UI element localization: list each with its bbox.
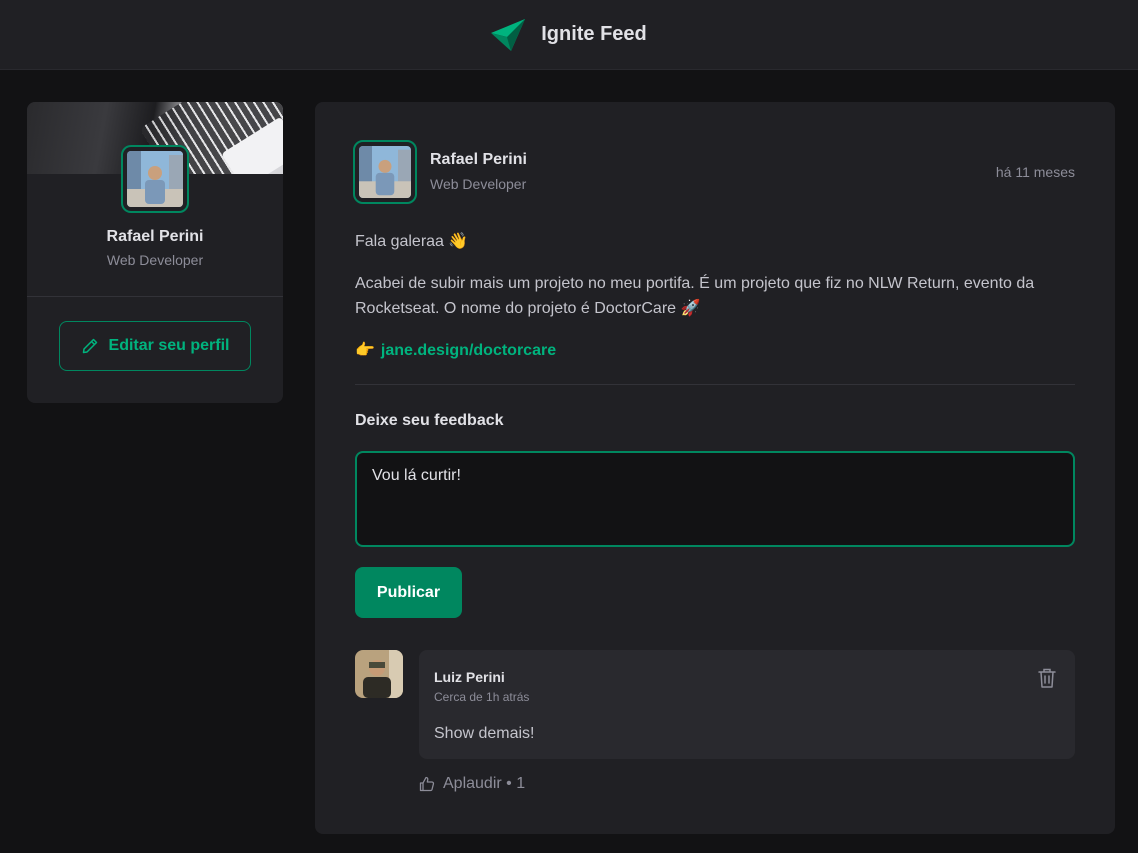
- applaud-button[interactable]: Aplaudir • 1: [419, 775, 525, 793]
- comment-text: Show demais!: [434, 725, 535, 742]
- comment-timestamp: Cerca de 1h atrás: [434, 690, 530, 704]
- top-bar: Ignite Feed: [0, 0, 1138, 70]
- feedback-title: Deixe seu feedback: [355, 412, 504, 429]
- pencil-icon: [82, 338, 97, 354]
- feedback-textarea[interactable]: [355, 451, 1075, 547]
- applaud-label: Aplaudir • 1: [443, 775, 526, 792]
- profile-sidebar: Rafael Perini Web Developer Editar seu p…: [27, 102, 283, 403]
- author-avatar[interactable]: [353, 140, 417, 204]
- pointing-hand-icon: 👉: [355, 342, 375, 359]
- post-card: Rafael Perini Web Developer há 11 meses …: [315, 102, 1115, 834]
- post-timestamp: há 11 meses: [995, 164, 1075, 180]
- post-author-name: Rafael Perini: [430, 151, 527, 168]
- comment-avatar[interactable]: [355, 650, 403, 698]
- app-title: Ignite Feed: [541, 23, 647, 45]
- post-body: Acabei de subir mais um projeto no meu p…: [355, 275, 1035, 317]
- delete-comment-button[interactable]: [1037, 667, 1057, 692]
- avatar[interactable]: [121, 145, 189, 213]
- trash-icon: [1038, 668, 1056, 688]
- divider: [27, 296, 283, 297]
- paper-plane-icon: [491, 18, 526, 51]
- edit-profile-button[interactable]: Editar seu perfil: [59, 321, 251, 371]
- edit-profile-label: Editar seu perfil: [108, 337, 230, 354]
- publish-button[interactable]: Publicar: [355, 567, 462, 618]
- profile-name: Rafael Perini: [106, 228, 204, 245]
- comment: Luiz Perini Cerca de 1h atrás Show demai…: [419, 650, 1075, 759]
- comment-author: Luiz Perini: [434, 669, 505, 685]
- post-greeting: Fala galeraa 👋: [355, 233, 469, 250]
- divider: [355, 384, 1075, 385]
- post-author-role: Web Developer: [430, 176, 527, 192]
- post-content: Fala galeraa 👋 Acabei de subir mais um p…: [355, 229, 1075, 380]
- thumbs-up-icon: [419, 776, 435, 792]
- profile-role: Web Developer: [106, 252, 204, 268]
- logo: Ignite Feed: [491, 18, 647, 51]
- post-link[interactable]: jane.design/doctorcare: [381, 338, 556, 363]
